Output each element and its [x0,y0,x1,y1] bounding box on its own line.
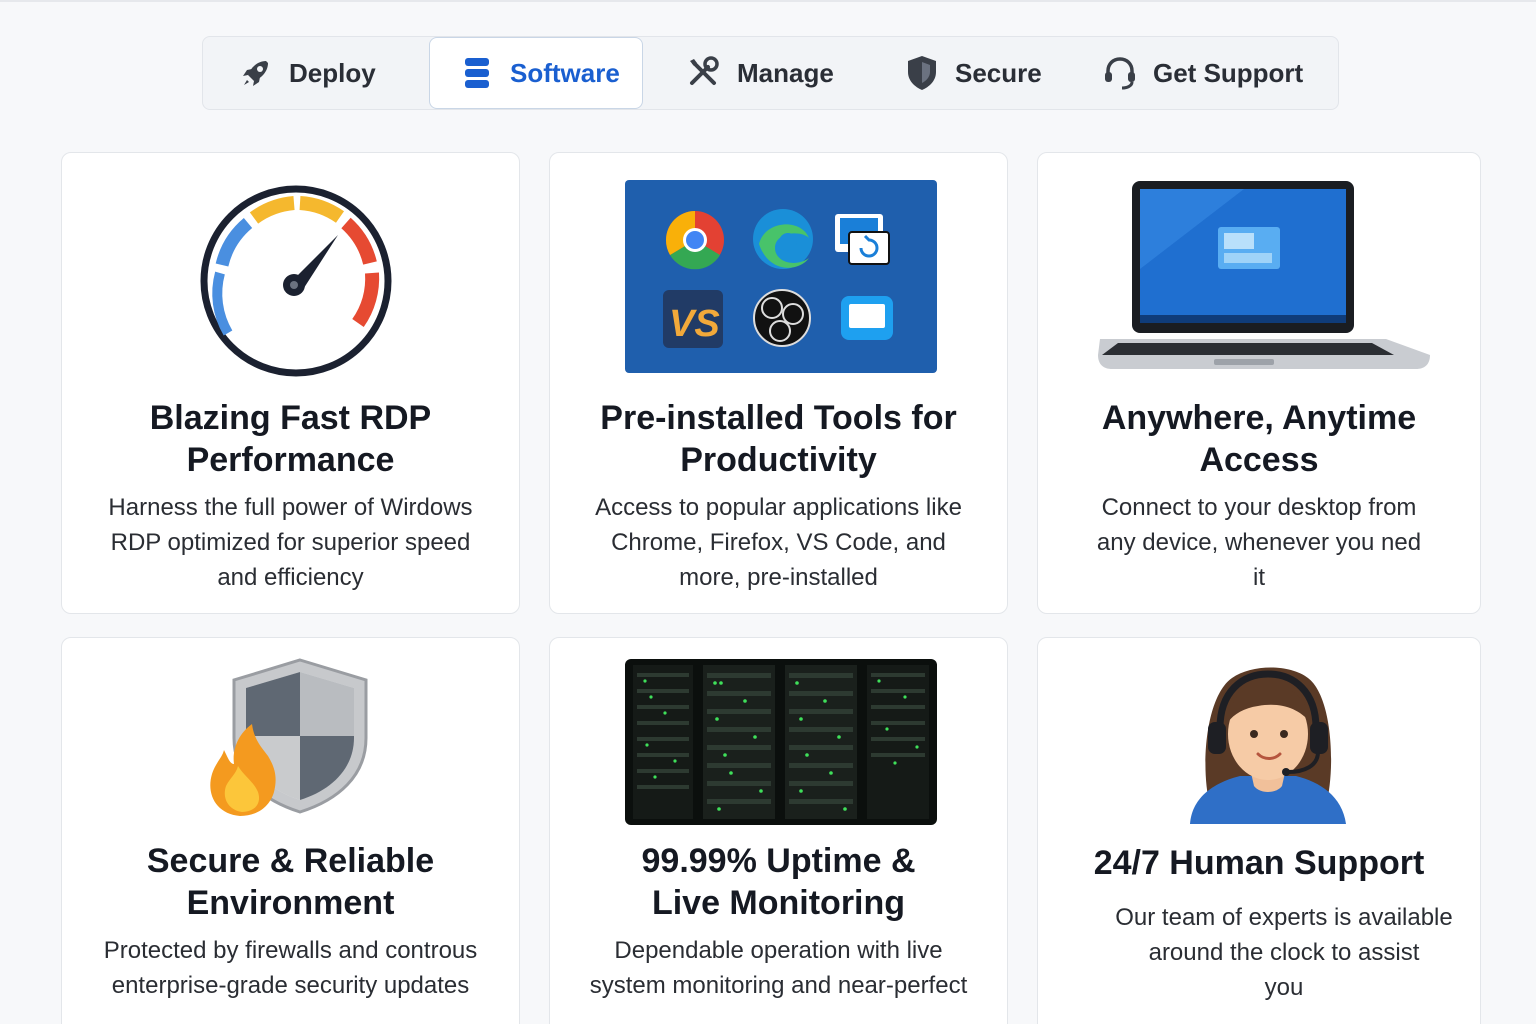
card-description: it [1253,564,1265,591]
card-description: Access to popular applications like [595,494,962,521]
feature-card-access: Anywhere, Anytime Access Connect to your… [1037,152,1481,614]
feature-card-tools: VS Pre-installed Tools for Productivity … [549,152,1008,614]
edge-icon [753,209,813,269]
card-description: and efficiency [217,564,364,591]
tab-label: Secure [955,57,1042,88]
speedometer-icon [200,185,392,377]
card-title: Environment [186,884,395,922]
card-description: RDP optimized for superior speed [110,529,471,556]
card-title: Pre-installed Tools for [600,399,957,437]
card-title: Live Monitoring [651,884,906,922]
top-divider [0,0,1536,2]
card-description: Harness the full power of Wirdows [108,494,473,521]
card-title: 99.99% Uptime & [641,842,916,880]
card-description: Protected by firewalls and controus [103,937,478,964]
tab-label: Manage [737,57,834,88]
card-description: you [1264,974,1304,1001]
tab-manage[interactable]: Manage [685,37,834,109]
card-title: Performance [186,441,395,479]
rocket-icon [237,54,275,92]
card-title: 24/7 Human Support [1093,844,1425,882]
card-description: Dependable operation with live [614,937,943,964]
shield-icon [903,54,941,92]
server-rack-photo [625,659,937,825]
feature-tabs: Deploy Software Manage Secure Get Suppor… [202,36,1339,110]
headset-icon [1101,54,1139,92]
card-description: Chrome, Firefox, VS Code, and [611,529,946,556]
tab-deploy[interactable]: Deploy [237,37,376,109]
tab-label: Software [510,57,620,88]
desktop-app-icon [841,296,893,340]
card-title: Anywhere, Anytime [1101,399,1417,437]
feature-card-security: Secure & Reliable Environment Protected … [61,637,520,1024]
card-description: Our team of experts is available [1115,904,1453,931]
tab-label: Get Support [1153,57,1304,88]
card-title: Access [1199,441,1319,479]
app-icons-grid: VS [625,180,937,373]
laptop-icon [1098,181,1430,369]
tab-secure[interactable]: Secure [903,37,1042,109]
card-description: more, pre-installed [679,564,878,591]
card-description: Connect to your desktop from [1101,494,1417,521]
shield-fire-icon [210,658,368,816]
feature-card-support: 24/7 Human Support Our team of experts i… [1037,637,1481,1024]
feature-card-performance: Blazing Fast RDP Performance Harness the… [61,152,520,614]
svg-text:VS: VS [669,303,720,345]
obs-icon [753,289,811,347]
tools-icon [685,54,723,92]
chrome-icon [665,211,724,270]
database-icon [458,54,496,92]
support-agent-icon [1190,667,1346,824]
feature-card-uptime: 99.99% Uptime & Live Monitoring Dependab… [549,637,1008,1024]
tab-support[interactable]: Get Support [1101,37,1303,109]
card-title: Productivity [680,441,877,479]
vs-code-icon: VS [663,290,723,348]
tab-label: Deploy [289,57,376,88]
card-description: around the clock to assist [1148,939,1420,966]
tab-software[interactable]: Software [429,37,643,109]
card-description: enterprise-grade security updates [111,972,470,999]
card-title: Blazing Fast RDP [149,399,432,437]
card-description: system monitoring and near-perfect [589,972,968,999]
card-description: any device, whenever you ned [1096,529,1422,556]
card-title: Secure & Reliable [146,842,435,880]
